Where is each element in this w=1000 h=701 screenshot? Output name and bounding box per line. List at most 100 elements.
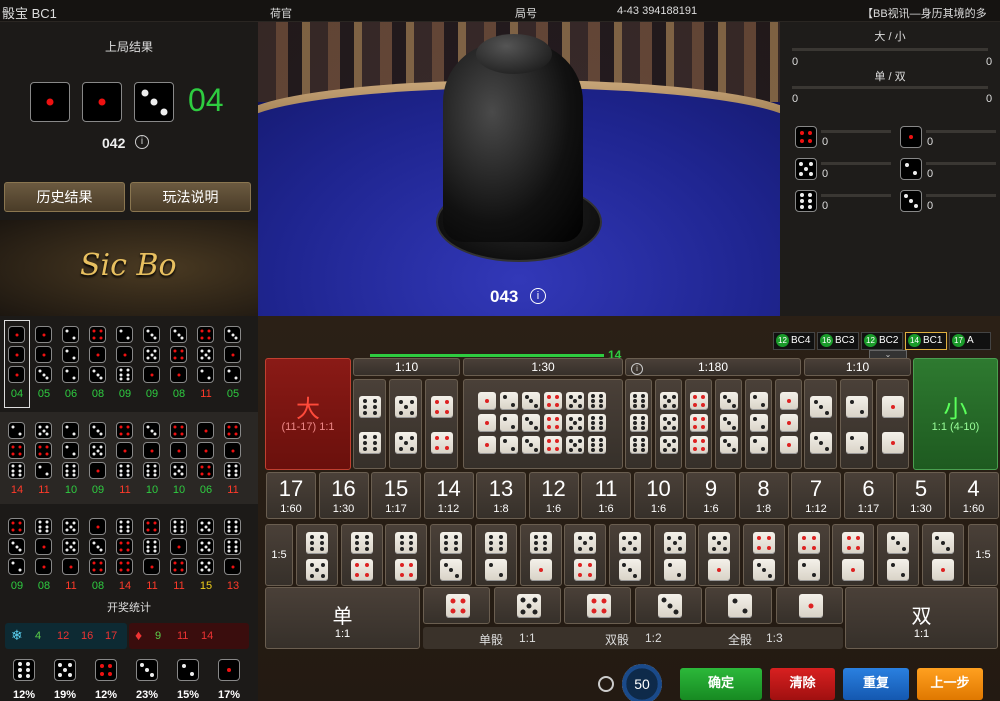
die-face-4-icon xyxy=(116,422,133,439)
combo-bet[interactable] xyxy=(430,524,473,586)
die-face-4-icon xyxy=(795,126,817,148)
combo-bet[interactable] xyxy=(474,524,517,586)
history-total: 09 xyxy=(145,388,159,400)
combo-bet[interactable] xyxy=(743,524,785,586)
die-face-4-icon xyxy=(753,532,775,554)
undo-button[interactable]: 上一步 xyxy=(917,668,983,700)
history-button[interactable]: 历史结果 xyxy=(4,182,125,212)
combo-bet[interactable] xyxy=(653,524,696,586)
die-face-1-icon xyxy=(116,346,133,363)
pair-bet[interactable] xyxy=(876,379,909,469)
chip-selector[interactable]: 50 xyxy=(622,664,662,701)
triple-bet[interactable] xyxy=(715,379,742,469)
single-bet-3[interactable] xyxy=(634,587,702,624)
big-small-label: 大 / 小 xyxy=(874,31,906,43)
confirm-button[interactable]: 确定 xyxy=(680,668,762,700)
die-face-2-icon xyxy=(8,558,25,575)
any-triple-bet[interactable] xyxy=(463,379,623,469)
single-bet-2[interactable] xyxy=(705,587,772,624)
triple-bet[interactable] xyxy=(655,379,682,469)
die-face-4-icon xyxy=(8,518,25,535)
die-face-3-icon xyxy=(224,326,241,343)
combo-bet[interactable] xyxy=(877,524,920,586)
history-total: 09 xyxy=(118,388,132,400)
die-face-1-icon xyxy=(478,436,496,454)
combo-bet[interactable] xyxy=(921,524,964,586)
sum-bet-17[interactable]: 17 1:60 xyxy=(266,472,316,519)
triple-bet[interactable] xyxy=(745,379,772,469)
die-face-4-icon xyxy=(116,538,133,555)
odd-bet[interactable]: 单 1:1 xyxy=(265,587,420,649)
sum-bet-7[interactable]: 7 1:12 xyxy=(791,472,841,519)
die-face-5-icon xyxy=(566,414,584,432)
triple-bet[interactable] xyxy=(775,379,802,469)
sicbo-logo: Sic Bo xyxy=(80,248,177,283)
sum-bet-11[interactable]: 11 1:6 xyxy=(581,472,631,519)
die-face-3-icon xyxy=(143,422,160,439)
combo-bet[interactable] xyxy=(787,524,830,586)
even-bet[interactable]: 双 1:1 xyxy=(845,587,998,649)
combo-bet[interactable] xyxy=(385,524,428,586)
die-face-5-icon xyxy=(62,538,79,555)
combo-bet[interactable] xyxy=(608,524,651,586)
single-bet-4[interactable] xyxy=(564,587,631,624)
die-face-4-icon xyxy=(143,518,160,535)
die-face-2-icon xyxy=(728,594,752,618)
single-bet-4[interactable] xyxy=(423,587,490,624)
pair-bet[interactable] xyxy=(840,379,873,469)
sum-bet-12[interactable]: 12 1:6 xyxy=(528,472,579,519)
sum-bet-16[interactable]: 16 1:30 xyxy=(318,472,369,519)
die-face-3-icon xyxy=(931,532,954,554)
rules-button[interactable]: 玩法说明 xyxy=(130,182,251,212)
pair-bet[interactable] xyxy=(425,379,458,469)
die-face-6-icon xyxy=(630,392,648,410)
live-video: 043 i xyxy=(258,22,780,316)
die-face-1-icon xyxy=(89,462,106,479)
settings-icon[interactable] xyxy=(598,676,614,692)
sum-bet-9[interactable]: 9 1:6 xyxy=(686,472,736,519)
pair-bet[interactable] xyxy=(353,379,386,469)
sum-bet-13[interactable]: 13 1:8 xyxy=(476,472,526,519)
combo-bet[interactable] xyxy=(564,524,607,586)
die-face-5-icon xyxy=(170,462,187,479)
sum-bet-6[interactable]: 6 1:17 xyxy=(843,472,894,519)
sum-bet-8[interactable]: 8 1:8 xyxy=(738,472,789,519)
marquee-text: 【BB视讯—身历其境的多 xyxy=(862,8,987,20)
combo-bet[interactable] xyxy=(340,524,383,586)
die-face-5-icon xyxy=(35,422,52,439)
combo-bet[interactable] xyxy=(832,524,875,586)
die-face-4-icon xyxy=(544,436,562,454)
pair-bet[interactable] xyxy=(389,379,422,469)
face-percent: 15% xyxy=(176,689,200,701)
info-icon[interactable]: i xyxy=(530,288,546,304)
info-icon[interactable]: i xyxy=(135,135,149,149)
sum-bet-15[interactable]: 15 1:17 xyxy=(371,472,421,519)
game-title: 骰宝 BC1 xyxy=(2,6,57,21)
die-face-5-icon xyxy=(197,518,214,535)
history-total: 05 xyxy=(37,388,51,400)
combo-bet[interactable] xyxy=(296,524,338,586)
combo-bet[interactable] xyxy=(519,524,562,586)
sum-bet-4[interactable]: 4 1:60 xyxy=(948,472,999,519)
die-face-2-icon xyxy=(846,396,868,418)
repeat-button[interactable]: 重复 xyxy=(843,668,909,700)
clear-button[interactable]: 清除 xyxy=(770,668,835,700)
die-face-1-icon xyxy=(82,82,122,122)
pair-bet[interactable] xyxy=(804,379,837,469)
combo-bet[interactable] xyxy=(698,524,741,586)
triple-bet[interactable] xyxy=(625,379,652,469)
single-bet-5[interactable] xyxy=(493,587,561,624)
single-bet-1[interactable] xyxy=(775,587,843,624)
die-face-2-icon xyxy=(750,436,768,454)
history-grid: 04 05 06 08 09 09 08 11 05 14 11 10 09 11 10 10 06 11 09 08… xyxy=(0,318,258,618)
history-total: 09 xyxy=(91,484,105,496)
sum-bet-14[interactable]: 14 1:12 xyxy=(423,472,474,519)
sum-bet-10[interactable]: 10 1:6 xyxy=(633,472,684,519)
sum-bet-5[interactable]: 5 1:30 xyxy=(896,472,946,519)
triple-bet[interactable] xyxy=(685,379,712,469)
die-face-2-icon xyxy=(177,659,199,681)
die-face-2-icon xyxy=(62,346,79,363)
face-count: 0 xyxy=(822,168,829,180)
dealer-label: 荷官 xyxy=(270,8,292,20)
die-face-5-icon xyxy=(54,659,76,681)
